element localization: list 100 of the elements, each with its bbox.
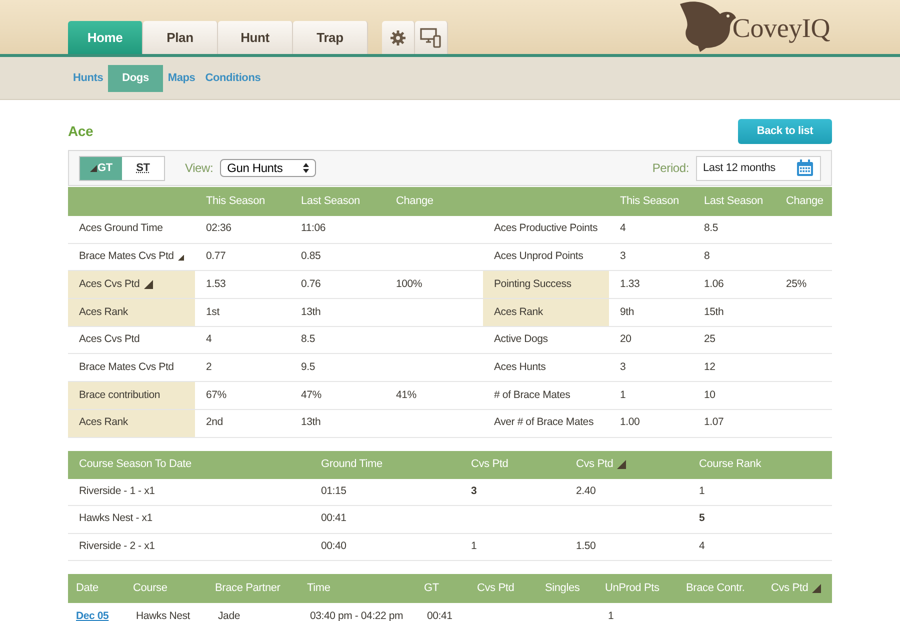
row-label: Active Dogs — [493, 332, 549, 348]
nav-tab[interactable]: Home — [68, 21, 143, 54]
calendar-icon — [796, 159, 814, 177]
column-header: GT — [423, 581, 440, 596]
sub-nav-link[interactable]: Conditions — [200, 64, 266, 92]
sub-nav-link[interactable]: Dogs — [108, 64, 163, 92]
view-label: View: — [185, 160, 214, 177]
table-cell-text: Jade — [217, 608, 241, 621]
toggle-button[interactable]: ST — [122, 156, 164, 180]
table-cell-text: 47% — [300, 388, 322, 403]
column-header: This Season — [205, 194, 266, 210]
table-cell-text: 9.5 — [300, 360, 316, 375]
table-cell-text: 20 — [619, 332, 632, 348]
table-cell-text: 2nd — [205, 415, 224, 430]
table-cell-text: 1 — [470, 538, 478, 554]
table-cell-text: 100% — [395, 276, 424, 292]
column-header: Course — [132, 581, 168, 596]
row-label: Aces Rank — [483, 299, 609, 326]
period-field[interactable]: Last 12 months — [696, 156, 821, 180]
table-cell-text: 00:41 — [320, 511, 348, 526]
table-cell-text: 4 — [698, 538, 706, 554]
table-cell-text: 8.5 — [703, 221, 719, 236]
row-label: Brace Mates Cvs Ptd — [68, 244, 195, 270]
table-cell-text: 15th — [703, 304, 725, 320]
table-cell-text: 8.5 — [300, 332, 316, 348]
row-label: Aces Rank — [68, 299, 195, 326]
table-cell-text: 1.50 — [575, 538, 597, 554]
column-header: Change — [785, 194, 824, 210]
row-label: Aces Unprod Points — [493, 249, 584, 264]
triangle-icon — [812, 584, 822, 593]
table-cell-text: 1 — [619, 388, 627, 403]
row-label: Aces Ground Time — [78, 221, 164, 236]
table-cell-text: Riverside - 2 - x1 — [78, 538, 156, 554]
row-label: Aces Hunts — [493, 360, 547, 375]
column-header: Ground Time — [320, 457, 384, 472]
nav-tab[interactable]: Trap — [293, 21, 368, 54]
sub-nav-link[interactable]: Maps — [162, 64, 200, 92]
table-cell-text: 00:40 — [320, 538, 348, 554]
table-cell-text: 03:40 pm - 04:22 pm — [309, 608, 404, 621]
table-cell-text: 2.40 — [575, 484, 597, 499]
table-cell-text: 1 — [698, 484, 706, 499]
row-label: Brace contribution — [68, 382, 195, 409]
column-header: This Season — [619, 194, 680, 210]
table-cell-text: Hawks Nest — [135, 608, 192, 621]
table-cell-text: 3 — [619, 360, 627, 375]
table-cell-text: 41% — [395, 388, 418, 403]
table-cell-text: 3 — [619, 249, 627, 264]
table-cell-text: 5 — [698, 511, 706, 526]
table-cell-text: 12 — [703, 360, 716, 375]
date-link[interactable]: Dec 05 — [68, 603, 125, 621]
column-header: Last Season — [300, 194, 361, 210]
table-cell-text: 10 — [703, 388, 716, 403]
toggle-button[interactable]: GT — [80, 156, 122, 180]
column-header: Cvs Ptd — [470, 457, 510, 472]
table-cell-text: 8 — [703, 249, 711, 264]
table-cell-text: 9th — [619, 304, 635, 320]
row-label: Aces Cvs Ptd — [68, 271, 195, 298]
column-header: Cvs Ptd — [476, 581, 516, 596]
table-cell-text: 1 — [607, 608, 615, 621]
settings-button[interactable] — [382, 21, 415, 54]
devices-icon — [420, 28, 442, 48]
table-cell-text: 1.07 — [703, 415, 725, 430]
row-label: # of Brace Mates — [493, 388, 572, 403]
row-label: Aver # of Brace Mates — [493, 415, 594, 430]
table-cell-text: 2 — [205, 360, 213, 375]
table-cell-text: 4 — [205, 332, 213, 348]
back-button[interactable]: Back to list — [738, 118, 832, 144]
nav-tab[interactable]: Plan — [143, 21, 218, 54]
table-cell-text: 25% — [785, 276, 808, 292]
nav-tab[interactable]: Hunt — [218, 21, 293, 54]
row-label: Brace Mates Cvs Ptd — [78, 360, 175, 375]
devices-button[interactable] — [415, 21, 448, 54]
table-cell-text: 13th — [300, 304, 322, 320]
column-header: Change — [395, 194, 434, 210]
table-cell-text: 02:36 — [205, 221, 232, 236]
table-cell-text: Hawks Nest - x1 — [78, 511, 154, 526]
sub-nav-link[interactable]: Hunts — [68, 64, 108, 92]
column-header: Last Season — [703, 194, 764, 210]
view-select[interactable]: Gun Hunts — [220, 159, 316, 177]
select-arrows-icon — [303, 163, 310, 173]
row-label: Pointing Success — [483, 271, 609, 298]
triangle-icon — [144, 280, 153, 290]
table-cell-text: 67% — [205, 388, 228, 403]
page-title: Ace — [68, 122, 94, 140]
table-cell-text: 13th — [300, 415, 322, 430]
column-header: Brace Contr. — [685, 581, 746, 596]
table-cell-text: 1.33 — [619, 276, 641, 292]
column-header: Date — [75, 581, 100, 596]
column-header: Course Season To Date — [78, 457, 192, 472]
table-cell-text: 1.06 — [703, 276, 725, 292]
table-cell-text: Riverside - 1 - x1 — [78, 484, 156, 499]
table-cell-text: 0.85 — [300, 249, 322, 264]
column-header: Cvs Ptd — [763, 574, 836, 603]
column-header: Brace Partner — [214, 581, 282, 596]
table-cell-text: 3 — [470, 484, 478, 499]
table-cell-text: 0.76 — [300, 276, 322, 292]
table-cell-text: 4 — [619, 221, 627, 236]
logo-text: CoveyIQ — [732, 12, 830, 45]
table-cell-text: 00:41 — [426, 608, 454, 621]
column-header: Course Rank — [698, 457, 762, 472]
